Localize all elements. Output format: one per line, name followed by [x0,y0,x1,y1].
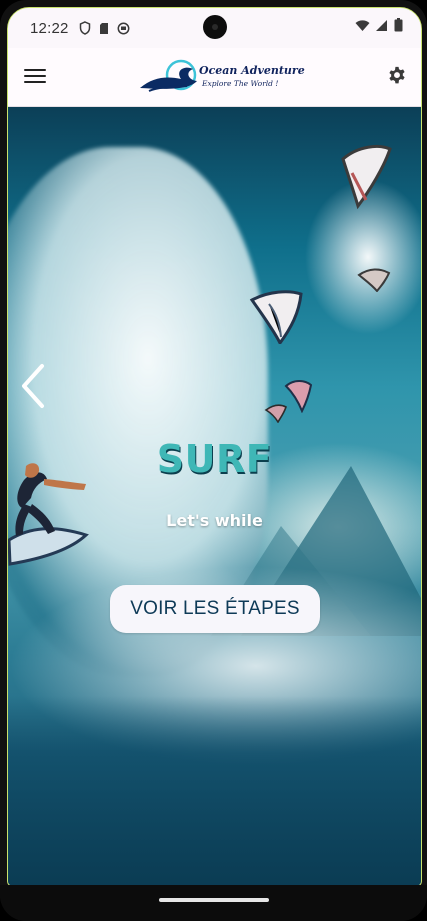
chevron-left-icon [22,364,44,408]
menu-button[interactable] [24,65,46,87]
status-right-icons [355,18,403,32]
hero-banner: SURF Let's while VOIR LES ÉTAPES [8,107,421,886]
signal-icon [376,19,387,31]
wifi-icon [355,19,370,31]
battery-icon [394,18,403,32]
wave-logo-icon [140,59,197,92]
kite-icon [357,268,391,292]
status-bar: 12:22 [8,8,421,48]
system-navigation-bar [0,885,427,921]
kite-icon [341,145,392,210]
shield-icon [79,21,90,35]
carousel-prev-button[interactable] [14,362,52,410]
gear-icon [389,66,405,84]
hero-subtitle: Let's while [166,511,263,530]
status-left-icons [79,21,130,35]
hero-ocean [8,696,421,886]
logo-tagline: Explore The World ! [202,79,279,88]
kite-icon [284,380,312,413]
hero-title: SURF [156,437,273,481]
kite-icon [264,404,287,423]
ocean-adventure-logo: Ocean Adventure Explore The World ! [137,58,305,96]
app-notification-icon [117,22,129,34]
home-indicator[interactable] [159,898,269,902]
see-steps-button[interactable]: VOIR LES ÉTAPES [110,585,320,633]
menu-icon-line [24,69,46,71]
sd-card-icon [99,22,108,34]
logo-title: Ocean Adventure [199,64,305,77]
kite-icon [249,290,303,344]
settings-button[interactable] [386,65,408,87]
app-header: Ocean Adventure Explore The World ! [8,48,421,107]
front-camera [203,15,227,39]
menu-icon-line [24,75,46,77]
status-time: 12:22 [30,19,69,37]
phone-screen: 12:22 Ocean Adventure Explore The World … [7,7,422,887]
device-frame: 12:22 Ocean Adventure Explore The World … [0,0,427,921]
menu-icon-line [24,81,46,83]
